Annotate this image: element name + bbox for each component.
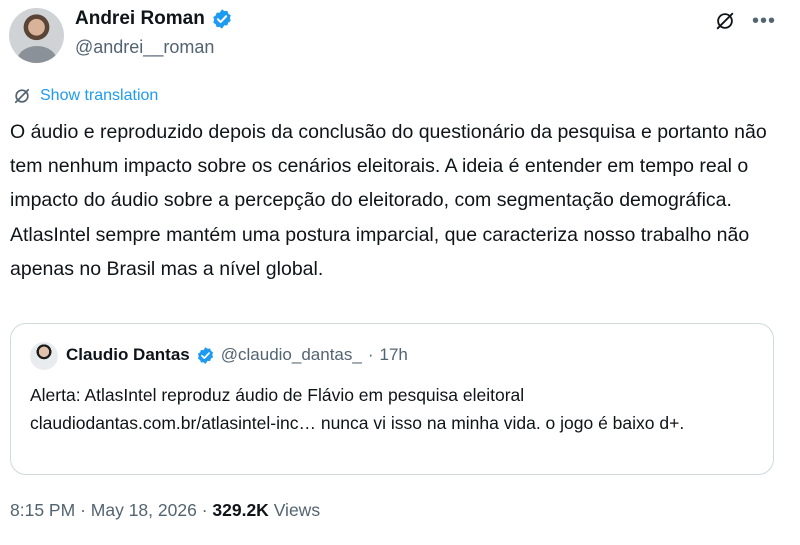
- quoted-separator: ·: [367, 345, 374, 364]
- author-name-row: Andrei Roman: [75, 8, 233, 30]
- author-handle[interactable]: @andrei__roman: [75, 37, 214, 58]
- verified-badge-icon: [197, 346, 213, 364]
- author-avatar[interactable]: [9, 8, 64, 63]
- show-translation-link[interactable]: Show translation: [40, 87, 158, 105]
- tweet-actions-top: •••: [714, 10, 776, 32]
- author-name[interactable]: Andrei Roman: [75, 8, 205, 30]
- quoted-author-handle[interactable]: @claudio_dantas_: [221, 345, 362, 365]
- views-label: Views: [273, 500, 321, 520]
- quoted-header: Claudio Dantas @claudio_dantas_ · 17h: [66, 345, 408, 365]
- tweet-time[interactable]: 8:15 PM: [10, 500, 75, 520]
- quoted-time[interactable]: 17h: [380, 345, 408, 365]
- footer-separator: ·: [80, 500, 86, 520]
- quoted-author-name[interactable]: Claudio Dantas: [66, 345, 190, 365]
- footer-separator: ·: [201, 500, 208, 520]
- quoted-author-avatar[interactable]: [30, 342, 58, 370]
- grok-icon[interactable]: [714, 10, 736, 32]
- views-count[interactable]: 329.2K: [212, 500, 268, 520]
- verified-badge-icon: [213, 9, 231, 29]
- tweet-text: O áudio e reproduzido depois da conclusã…: [10, 121, 767, 280]
- tweet-footer: 8:15 PM · May 18, 2026 · 329.2K Views: [10, 500, 320, 521]
- tweet-date[interactable]: May 18, 2026: [91, 500, 197, 520]
- more-options-icon[interactable]: •••: [752, 11, 776, 31]
- translate-icon: [14, 88, 30, 104]
- show-translation[interactable]: Show translation: [12, 86, 158, 106]
- quoted-tweet[interactable]: Claudio Dantas @claudio_dantas_ · 17h Al…: [10, 323, 774, 475]
- quoted-text: Alerta: AtlasIntel reproduz áudio de Flá…: [30, 385, 685, 433]
